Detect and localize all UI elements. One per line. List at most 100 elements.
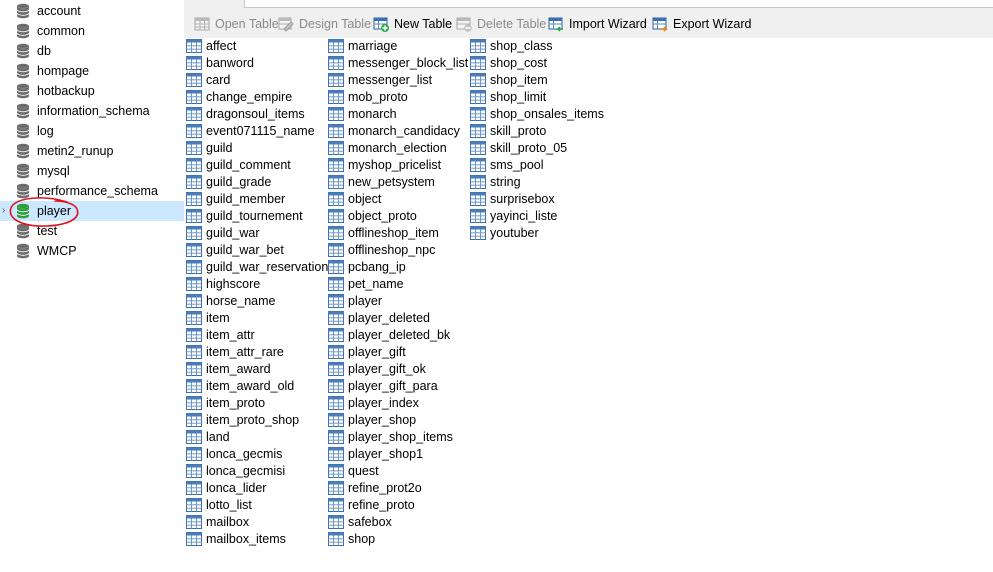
table-list-item[interactable]: guild	[186, 139, 232, 156]
table-list-item[interactable]: monarch_election	[328, 139, 447, 156]
table-list-item[interactable]: yayinci_liste	[470, 207, 557, 224]
table-list-item[interactable]: lonca_lider	[186, 479, 266, 496]
table-list-item[interactable]: messenger_list	[328, 71, 432, 88]
table-list-item[interactable]: shop_cost	[470, 54, 547, 71]
table-list-item[interactable]: skill_proto_05	[470, 139, 567, 156]
table-list-item[interactable]: guild_war_reservation	[186, 258, 328, 275]
sidebar-database-item[interactable]: information_schema	[0, 101, 184, 121]
delete-table-button[interactable]: Delete Table	[456, 15, 546, 33]
table-list-item[interactable]: quest	[328, 462, 379, 479]
table-list-item[interactable]: string	[470, 173, 521, 190]
table-list-item[interactable]: safebox	[328, 513, 392, 530]
table-list-item[interactable]: item_proto	[186, 394, 265, 411]
export-wizard-button[interactable]: Export Wizard	[652, 15, 752, 33]
table-list-item[interactable]: shop	[328, 530, 375, 547]
table-list-item[interactable]: player_gift	[328, 343, 406, 360]
table-list-item[interactable]: horse_name	[186, 292, 276, 309]
table-list-item[interactable]: monarch_candidacy	[328, 122, 460, 139]
table-list-item[interactable]: lonca_gecmisi	[186, 462, 285, 479]
table-list-item[interactable]: player_deleted	[328, 309, 430, 326]
table-grid-icon	[186, 293, 202, 308]
table-list-item[interactable]: surprisebox	[470, 190, 555, 207]
table-list-item[interactable]: player_shop_items	[328, 428, 453, 445]
table-list-item[interactable]: player_deleted_bk	[328, 326, 450, 343]
open-table-button[interactable]: Open Table	[194, 15, 279, 33]
table-list-item[interactable]: mob_proto	[328, 88, 408, 105]
sidebar-database-item[interactable]: account	[0, 1, 184, 21]
table-list-item[interactable]: shop_limit	[470, 88, 546, 105]
sidebar-database-item[interactable]: › player	[0, 201, 184, 221]
table-list-item[interactable]: affect	[186, 37, 236, 54]
table-list-item[interactable]: refine_prot2o	[328, 479, 422, 496]
table-list-item[interactable]: player_gift_para	[328, 377, 438, 394]
table-list-item[interactable]: shop_item	[470, 71, 548, 88]
table-list-item[interactable]: guild_member	[186, 190, 285, 207]
table-grid-icon	[470, 174, 486, 189]
new-table-button[interactable]: New Table	[373, 15, 452, 33]
table-list-item[interactable]: youtuber	[470, 224, 539, 241]
sidebar-database-item[interactable]: mysql	[0, 161, 184, 181]
table-grid-icon	[186, 480, 202, 495]
table-list-item[interactable]: player	[328, 292, 382, 309]
table-list-item[interactable]: dragonsoul_items	[186, 105, 305, 122]
table-list-item[interactable]: item_proto_shop	[186, 411, 299, 428]
table-list-item[interactable]: guild_war	[186, 224, 260, 241]
sidebar-database-item[interactable]: common	[0, 21, 184, 41]
table-list-item[interactable]: new_petsystem	[328, 173, 435, 190]
table-list-item[interactable]: player_index	[328, 394, 419, 411]
table-list-item[interactable]: myshop_pricelist	[328, 156, 441, 173]
table-list-item[interactable]: monarch	[328, 105, 397, 122]
table-list-item[interactable]: item	[186, 309, 230, 326]
table-list-item[interactable]: shop_onsales_items	[470, 105, 604, 122]
table-list-item[interactable]: highscore	[186, 275, 260, 292]
table-list-item[interactable]: banword	[186, 54, 254, 71]
sidebar-database-item[interactable]: WMCP	[0, 241, 184, 261]
table-list-item[interactable]: guild_comment	[186, 156, 291, 173]
table-list-item[interactable]: player_shop1	[328, 445, 423, 462]
table-list-item[interactable]: lonca_gecmis	[186, 445, 282, 462]
table-list-item[interactable]: land	[186, 428, 230, 445]
table-name: mailbox	[206, 514, 250, 529]
table-name: object_proto	[348, 208, 417, 223]
table-list-item[interactable]: item_attr	[186, 326, 255, 343]
table-list-item[interactable]: item_award_old	[186, 377, 294, 394]
chevron-right-icon[interactable]: ›	[2, 206, 10, 216]
table-list-item[interactable]: refine_proto	[328, 496, 415, 513]
table-list-item[interactable]: card	[186, 71, 230, 88]
table-list-item[interactable]: guild_war_bet	[186, 241, 284, 258]
table-list-item[interactable]: guild_tournement	[186, 207, 303, 224]
sidebar-database-item[interactable]: log	[0, 121, 184, 141]
table-list-item[interactable]: skill_proto	[470, 122, 546, 139]
sidebar-database-item[interactable]: hompage	[0, 61, 184, 81]
sidebar-database-item[interactable]: metin2_runup	[0, 141, 184, 161]
table-list-item[interactable]: player_gift_ok	[328, 360, 426, 377]
table-list-item[interactable]: mailbox	[186, 513, 249, 530]
table-list-item[interactable]: player_shop	[328, 411, 416, 428]
table-list-item[interactable]: marriage	[328, 37, 397, 54]
sidebar-database-item[interactable]: hotbackup	[0, 81, 184, 101]
table-name: shop_item	[490, 72, 548, 87]
import-wizard-button[interactable]: Import Wizard	[548, 15, 647, 33]
table-list-item[interactable]: item_award	[186, 360, 271, 377]
table-grid-icon	[470, 38, 486, 53]
table-list-item[interactable]: object	[328, 190, 381, 207]
design-table-button[interactable]: Design Table	[278, 15, 371, 33]
table-list-item[interactable]: item_attr_rare	[186, 343, 284, 360]
sidebar-database-item[interactable]: performance_schema	[0, 181, 184, 201]
table-list-item[interactable]: shop_class	[470, 37, 553, 54]
table-list-item[interactable]: sms_pool	[470, 156, 544, 173]
table-list-item[interactable]: pet_name	[328, 275, 404, 292]
table-list-item[interactable]: guild_grade	[186, 173, 271, 190]
table-list-item[interactable]: change_empire	[186, 88, 292, 105]
table-list-item[interactable]: pcbang_ip	[328, 258, 406, 275]
sidebar-database-item[interactable]: db	[0, 41, 184, 61]
table-list-item[interactable]: event071115_name	[186, 122, 315, 139]
table-list-item[interactable]: messenger_block_list	[328, 54, 468, 71]
table-list-item[interactable]: offlineshop_item	[328, 224, 439, 241]
table-list-item[interactable]: mailbox_items	[186, 530, 286, 547]
sidebar-database-item[interactable]: test	[0, 221, 184, 241]
table-list-item[interactable]: object_proto	[328, 207, 417, 224]
database-name: mysql	[37, 164, 70, 178]
table-list-item[interactable]: offlineshop_npc	[328, 241, 435, 258]
table-list-item[interactable]: lotto_list	[186, 496, 252, 513]
